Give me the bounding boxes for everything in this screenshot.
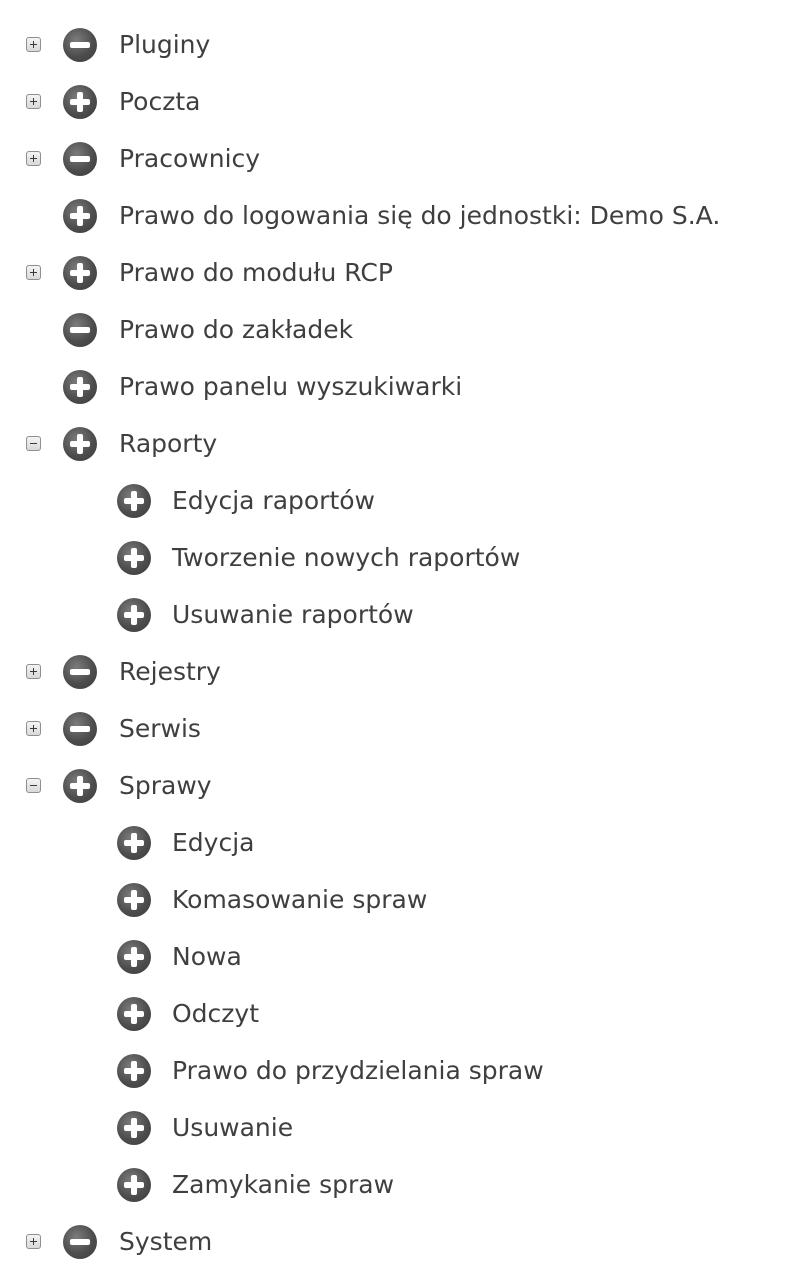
tree-node-label: Prawo do logowania się do jednostki: Dem… xyxy=(119,201,721,230)
tree-node[interactable]: Sprawy xyxy=(0,758,801,815)
plus-circle-icon[interactable] xyxy=(63,199,97,233)
plus-circle-icon[interactable] xyxy=(63,370,97,404)
tree-node[interactable]: Poczta xyxy=(0,74,801,131)
tree-node[interactable]: Pracownicy xyxy=(0,131,801,188)
tree-node[interactable]: Prawo panelu wyszukiwarki xyxy=(0,359,801,416)
tree-node-label: Komasowanie spraw xyxy=(172,885,428,914)
tree-node-label: Prawo do modułu RCP xyxy=(119,258,393,287)
tree-node-label: Usuwanie raportów xyxy=(172,600,414,629)
tree-node-label: Pluginy xyxy=(119,30,211,59)
plus-circle-icon[interactable] xyxy=(117,1168,151,1202)
tree-node[interactable]: Zamykanie spraw xyxy=(0,1157,801,1214)
collapse-icon[interactable] xyxy=(26,778,41,793)
tree-node[interactable]: Raporty xyxy=(0,416,801,473)
plus-circle-icon[interactable] xyxy=(117,484,151,518)
expand-icon[interactable] xyxy=(26,664,41,679)
minus-circle-icon[interactable] xyxy=(63,28,97,62)
plus-circle-icon[interactable] xyxy=(63,427,97,461)
minus-circle-icon[interactable] xyxy=(63,313,97,347)
expand-icon[interactable] xyxy=(26,94,41,109)
tree-node-label: Poczta xyxy=(119,87,201,116)
plus-circle-icon[interactable] xyxy=(63,256,97,290)
plus-circle-icon[interactable] xyxy=(117,883,151,917)
tree-node-label: Serwis xyxy=(119,714,201,743)
tree-node-label: Sprawy xyxy=(119,771,212,800)
tree-node-label: Raporty xyxy=(119,429,218,458)
tree-node[interactable]: Tworzenie nowych raportów xyxy=(0,530,801,587)
tree-node[interactable]: Rejestry xyxy=(0,644,801,701)
plus-circle-icon[interactable] xyxy=(63,85,97,119)
tree-node-label: System xyxy=(119,1227,213,1256)
plus-circle-icon[interactable] xyxy=(117,1054,151,1088)
tree-node[interactable]: Prawo do modułu RCP xyxy=(0,245,801,302)
tree-node[interactable]: Prawo do przydzielania spraw xyxy=(0,1043,801,1100)
plus-circle-icon[interactable] xyxy=(117,940,151,974)
tree-node-label: Usuwanie xyxy=(172,1113,294,1142)
tree-node-label: Edycja raportów xyxy=(172,486,376,515)
plus-circle-icon[interactable] xyxy=(117,1111,151,1145)
tree-node[interactable]: Edycja raportów xyxy=(0,473,801,530)
expand-icon[interactable] xyxy=(26,151,41,166)
tree-node-label: Pracownicy xyxy=(119,144,261,173)
expand-icon[interactable] xyxy=(26,265,41,280)
tree-node[interactable]: System xyxy=(0,1214,801,1271)
tree-node-label: Zamykanie spraw xyxy=(172,1170,395,1199)
expand-icon[interactable] xyxy=(26,1234,41,1249)
tree-node[interactable]: Odczyt xyxy=(0,986,801,1043)
tree-node[interactable]: Nowa xyxy=(0,929,801,986)
tree-node-label: Edycja xyxy=(172,828,255,857)
tree-node[interactable]: Prawo do logowania się do jednostki: Dem… xyxy=(0,188,801,245)
minus-circle-icon[interactable] xyxy=(63,712,97,746)
minus-circle-icon[interactable] xyxy=(63,1225,97,1259)
expand-icon[interactable] xyxy=(26,721,41,736)
expand-icon[interactable] xyxy=(26,37,41,52)
plus-circle-icon[interactable] xyxy=(63,769,97,803)
tree-node[interactable]: Komasowanie spraw xyxy=(0,872,801,929)
collapse-icon[interactable] xyxy=(26,436,41,451)
tree-node-label: Odczyt xyxy=(172,999,260,1028)
tree-node[interactable]: Pluginy xyxy=(0,17,801,74)
tree-node[interactable]: Serwis xyxy=(0,701,801,758)
tree-node-label: Prawo do przydzielania spraw xyxy=(172,1056,544,1085)
tree-node-label: Prawo panelu wyszukiwarki xyxy=(119,372,463,401)
plus-circle-icon[interactable] xyxy=(117,826,151,860)
minus-circle-icon[interactable] xyxy=(63,655,97,689)
permissions-tree: Pluginy Poczta Pracownicy Prawo do logowani… xyxy=(0,17,801,1271)
minus-circle-icon[interactable] xyxy=(63,142,97,176)
plus-circle-icon[interactable] xyxy=(117,598,151,632)
tree-node[interactable]: Prawo do zakładek xyxy=(0,302,801,359)
plus-circle-icon[interactable] xyxy=(117,997,151,1031)
plus-circle-icon[interactable] xyxy=(117,541,151,575)
tree-node[interactable]: Edycja xyxy=(0,815,801,872)
tree-node-label: Tworzenie nowych raportów xyxy=(172,543,521,572)
tree-node-label: Rejestry xyxy=(119,657,221,686)
tree-node-label: Nowa xyxy=(172,942,242,971)
tree-node[interactable]: Usuwanie raportów xyxy=(0,587,801,644)
tree-node[interactable]: Usuwanie xyxy=(0,1100,801,1157)
tree-node-label: Prawo do zakładek xyxy=(119,315,354,344)
